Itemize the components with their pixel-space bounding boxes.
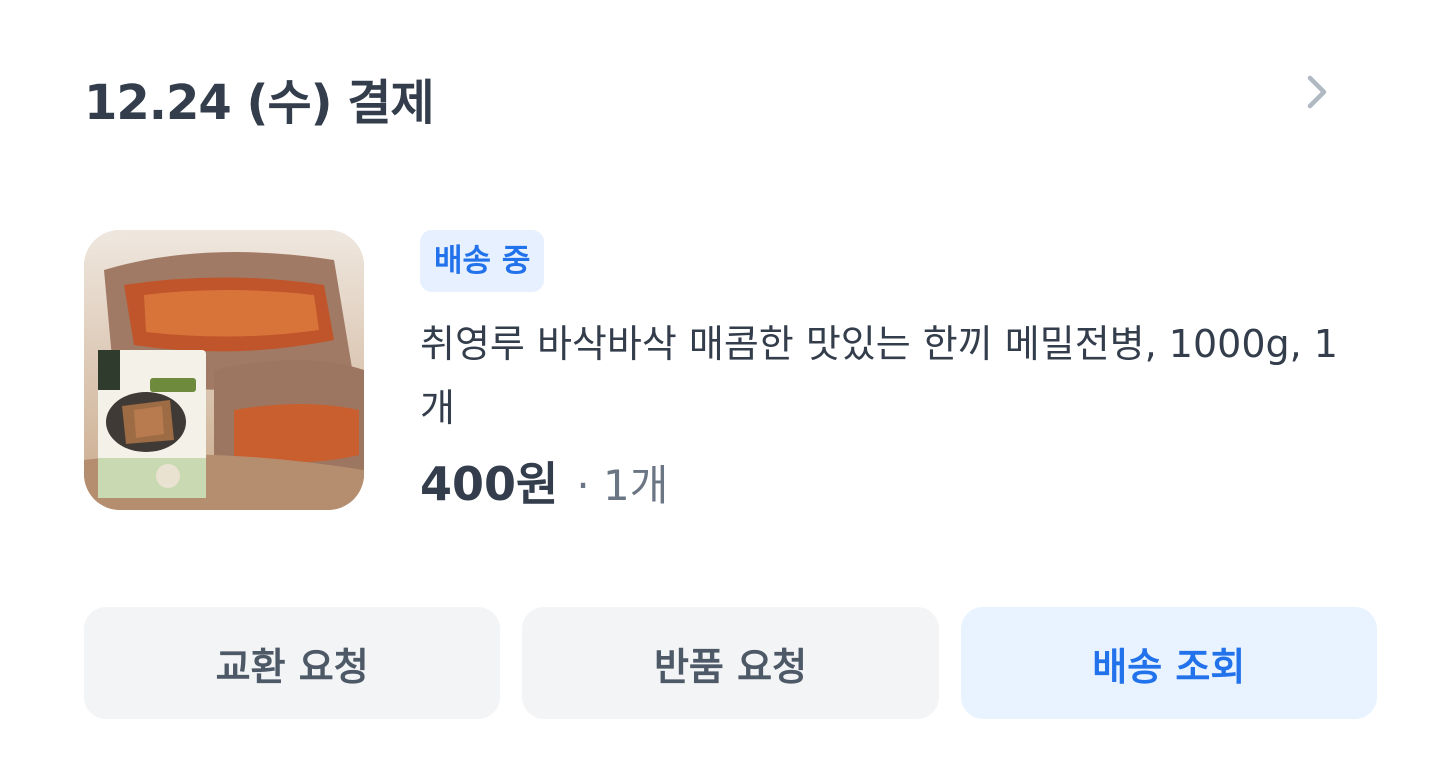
track-delivery-button[interactable]: 배송 조회 [960, 607, 1377, 719]
product-image[interactable] [84, 230, 364, 510]
status-badge: 배송 중 [420, 230, 545, 292]
order-card: 12.24 (수) 결제 배송 중 취영루 바삭바삭 매콤한 맛있는 한끼 메밀… [0, 0, 1440, 765]
chevron-right-icon[interactable] [1298, 72, 1338, 112]
item-info: 배송 중 취영루 바삭바삭 매콤한 맛있는 한끼 메밀전병, 1000g, 1개… [420, 230, 1374, 514]
exchange-request-button[interactable]: 교환 요청 [84, 607, 501, 719]
order-header[interactable]: 12.24 (수) 결제 [84, 56, 1356, 140]
order-date-title: 12.24 (수) 결제 [84, 75, 435, 131]
item-price: 400원 [420, 457, 559, 511]
return-request-button[interactable]: 반품 요청 [522, 607, 939, 719]
item-quantity: · 1개 [576, 461, 669, 510]
order-item[interactable]: 배송 중 취영루 바삭바삭 매콤한 맛있는 한끼 메밀전병, 1000g, 1개… [84, 230, 1374, 530]
action-buttons: 교환 요청 반품 요청 배송 조회 [84, 607, 1377, 719]
price-row: 400원 · 1개 [420, 448, 1374, 514]
product-name[interactable]: 취영루 바삭바삭 매콤한 맛있는 한끼 메밀전병, 1000g, 1개 [420, 312, 1350, 440]
